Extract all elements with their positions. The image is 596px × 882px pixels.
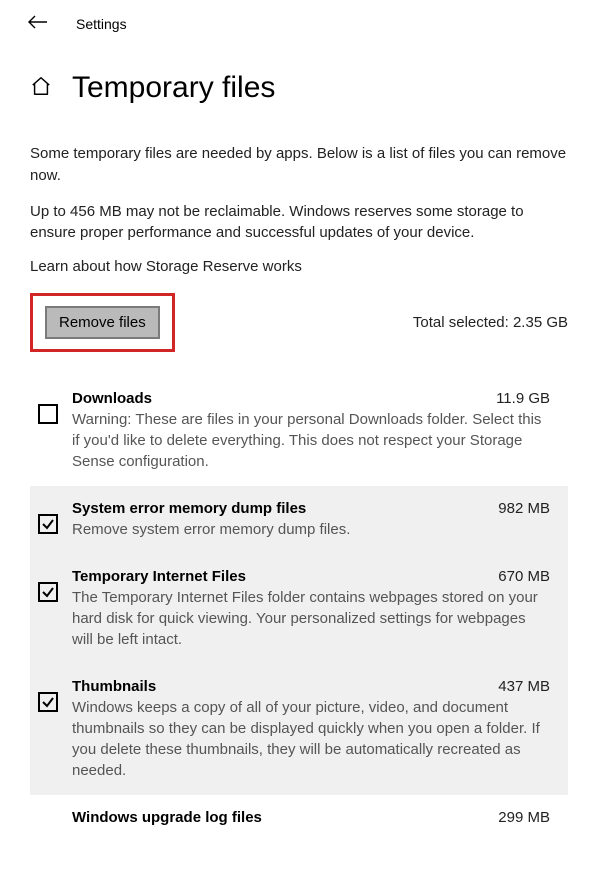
file-desc: Warning: These are files in your persona…: [72, 409, 550, 472]
file-name: Temporary Internet Files: [72, 568, 246, 585]
action-row: Remove files Total selected: 2.35 GB: [30, 293, 568, 352]
file-name: Thumbnails: [72, 678, 156, 695]
back-arrow-icon[interactable]: [28, 12, 48, 35]
title-row: Temporary files: [0, 43, 596, 125]
file-name: Windows upgrade log files: [72, 809, 262, 826]
file-item-memory-dump[interactable]: System error memory dump files 982 MB Re…: [30, 486, 568, 554]
file-item-temp-internet[interactable]: Temporary Internet Files 670 MB The Temp…: [30, 554, 568, 664]
intro-text-1: Some temporary files are needed by apps.…: [30, 143, 568, 187]
file-name: System error memory dump files: [72, 500, 306, 517]
checkbox-memory-dump[interactable]: [38, 514, 58, 534]
content-area: Some temporary files are needed by apps.…: [0, 125, 596, 829]
storage-reserve-link[interactable]: Learn about how Storage Reserve works: [30, 258, 568, 275]
file-size: 437 MB: [498, 678, 550, 695]
header-title: Settings: [76, 16, 127, 32]
checkbox-temp-internet[interactable]: [38, 582, 58, 602]
remove-highlight: Remove files: [30, 293, 175, 352]
file-item-upgrade-logs[interactable]: Windows upgrade log files 299 MB: [30, 795, 568, 829]
checkbox-downloads[interactable]: [38, 404, 58, 424]
file-body: Thumbnails 437 MB Windows keeps a copy o…: [72, 678, 550, 781]
file-body: Windows upgrade log files 299 MB: [72, 809, 550, 826]
file-body: Temporary Internet Files 670 MB The Temp…: [72, 568, 550, 650]
file-body: Downloads 11.9 GB Warning: These are fil…: [72, 390, 550, 472]
file-body: System error memory dump files 982 MB Re…: [72, 500, 550, 540]
file-list: Downloads 11.9 GB Warning: These are fil…: [30, 376, 568, 829]
total-selected-label: Total selected: 2.35 GB: [413, 314, 568, 331]
file-desc: Windows keeps a copy of all of your pict…: [72, 697, 550, 781]
file-size: 299 MB: [498, 809, 550, 826]
file-desc: Remove system error memory dump files.: [72, 519, 550, 540]
file-item-thumbnails[interactable]: Thumbnails 437 MB Windows keeps a copy o…: [30, 664, 568, 795]
file-size: 982 MB: [498, 500, 550, 517]
checkbox-thumbnails[interactable]: [38, 692, 58, 712]
header-bar: Settings: [0, 0, 596, 43]
page-title: Temporary files: [72, 71, 275, 105]
remove-files-button[interactable]: Remove files: [45, 306, 160, 339]
intro-text-2: Up to 456 MB may not be reclaimable. Win…: [30, 201, 568, 245]
home-icon[interactable]: [30, 75, 52, 101]
file-name: Downloads: [72, 390, 152, 407]
file-desc: The Temporary Internet Files folder cont…: [72, 587, 550, 650]
file-size: 670 MB: [498, 568, 550, 585]
file-size: 11.9 GB: [496, 390, 550, 407]
file-item-downloads[interactable]: Downloads 11.9 GB Warning: These are fil…: [30, 376, 568, 486]
